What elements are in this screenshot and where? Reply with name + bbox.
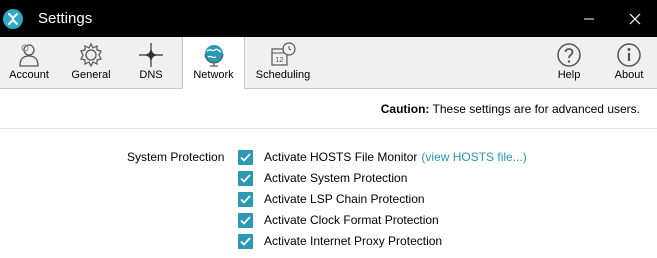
option-lsp-chain-protection[interactable]: Activate LSP Chain Protection — [238, 191, 425, 207]
caution-notice: Caution: These settings are for advanced… — [381, 102, 640, 116]
check-icon — [240, 215, 251, 225]
option-label: Activate LSP Chain Protection — [264, 192, 425, 206]
option-hosts-file-monitor[interactable]: Activate HOSTS File Monitor (view HOSTS … — [238, 149, 527, 165]
question-icon — [557, 43, 581, 67]
crosshair-icon — [139, 43, 163, 67]
option-label: Activate HOSTS File Monitor — [264, 150, 418, 164]
tab-general[interactable]: General — [64, 37, 118, 88]
caution-label: Caution: — [380, 102, 430, 116]
tab-label: Scheduling — [255, 69, 311, 81]
about-button[interactable]: About — [607, 37, 651, 88]
tab-label: Network — [193, 69, 234, 81]
caution-text: These settings are for advanced users. — [432, 102, 640, 116]
checkbox[interactable] — [238, 191, 253, 207]
person-icon — [19, 44, 39, 67]
help-button[interactable]: Help — [548, 37, 590, 88]
about-label: About — [614, 69, 644, 81]
option-label: Activate Clock Format Protection — [264, 213, 439, 227]
check-icon — [240, 236, 251, 246]
section-label-system-protection: System Protection — [127, 150, 225, 164]
checkbox[interactable] — [238, 233, 253, 249]
calendar-day: 12 — [276, 57, 284, 64]
checkbox[interactable] — [238, 170, 253, 186]
view-hosts-file-link[interactable]: (view HOSTS file...) — [421, 150, 526, 164]
calendar-clock-icon: 12 — [271, 42, 296, 66]
close-icon — [629, 13, 641, 24]
gear-icon — [80, 42, 102, 68]
check-icon — [240, 194, 251, 204]
tab-label: DNS — [139, 69, 163, 81]
option-label: Activate Internet Proxy Protection — [264, 234, 443, 248]
divider — [0, 128, 657, 129]
info-icon — [617, 43, 641, 67]
option-internet-proxy-protection[interactable]: Activate Internet Proxy Protection — [238, 233, 442, 249]
checkbox[interactable] — [238, 212, 253, 228]
tab-label: Account — [9, 69, 49, 81]
window-title: Settings — [38, 10, 93, 27]
app-logo-icon — [3, 9, 23, 29]
globe-icon — [204, 45, 223, 67]
minimize-icon — [584, 18, 594, 19]
check-icon — [240, 152, 251, 162]
close-button[interactable] — [612, 0, 657, 37]
toolbar: Account General DNS Network 12 Schedulin… — [0, 37, 657, 89]
minimize-button[interactable] — [566, 0, 612, 37]
tab-account[interactable]: Account — [2, 37, 56, 88]
tab-network[interactable]: Network — [182, 37, 245, 89]
option-clock-format-protection[interactable]: Activate Clock Format Protection — [238, 212, 439, 228]
tab-dns[interactable]: DNS — [124, 37, 178, 88]
check-icon — [240, 173, 251, 183]
option-system-protection[interactable]: Activate System Protection — [238, 170, 407, 186]
title-bar: Settings — [0, 0, 657, 37]
tab-label: General — [71, 69, 111, 81]
tab-scheduling[interactable]: 12 Scheduling — [252, 37, 314, 88]
help-label: Help — [557, 69, 581, 81]
checkbox[interactable] — [238, 149, 253, 165]
option-label: Activate System Protection — [264, 171, 408, 185]
